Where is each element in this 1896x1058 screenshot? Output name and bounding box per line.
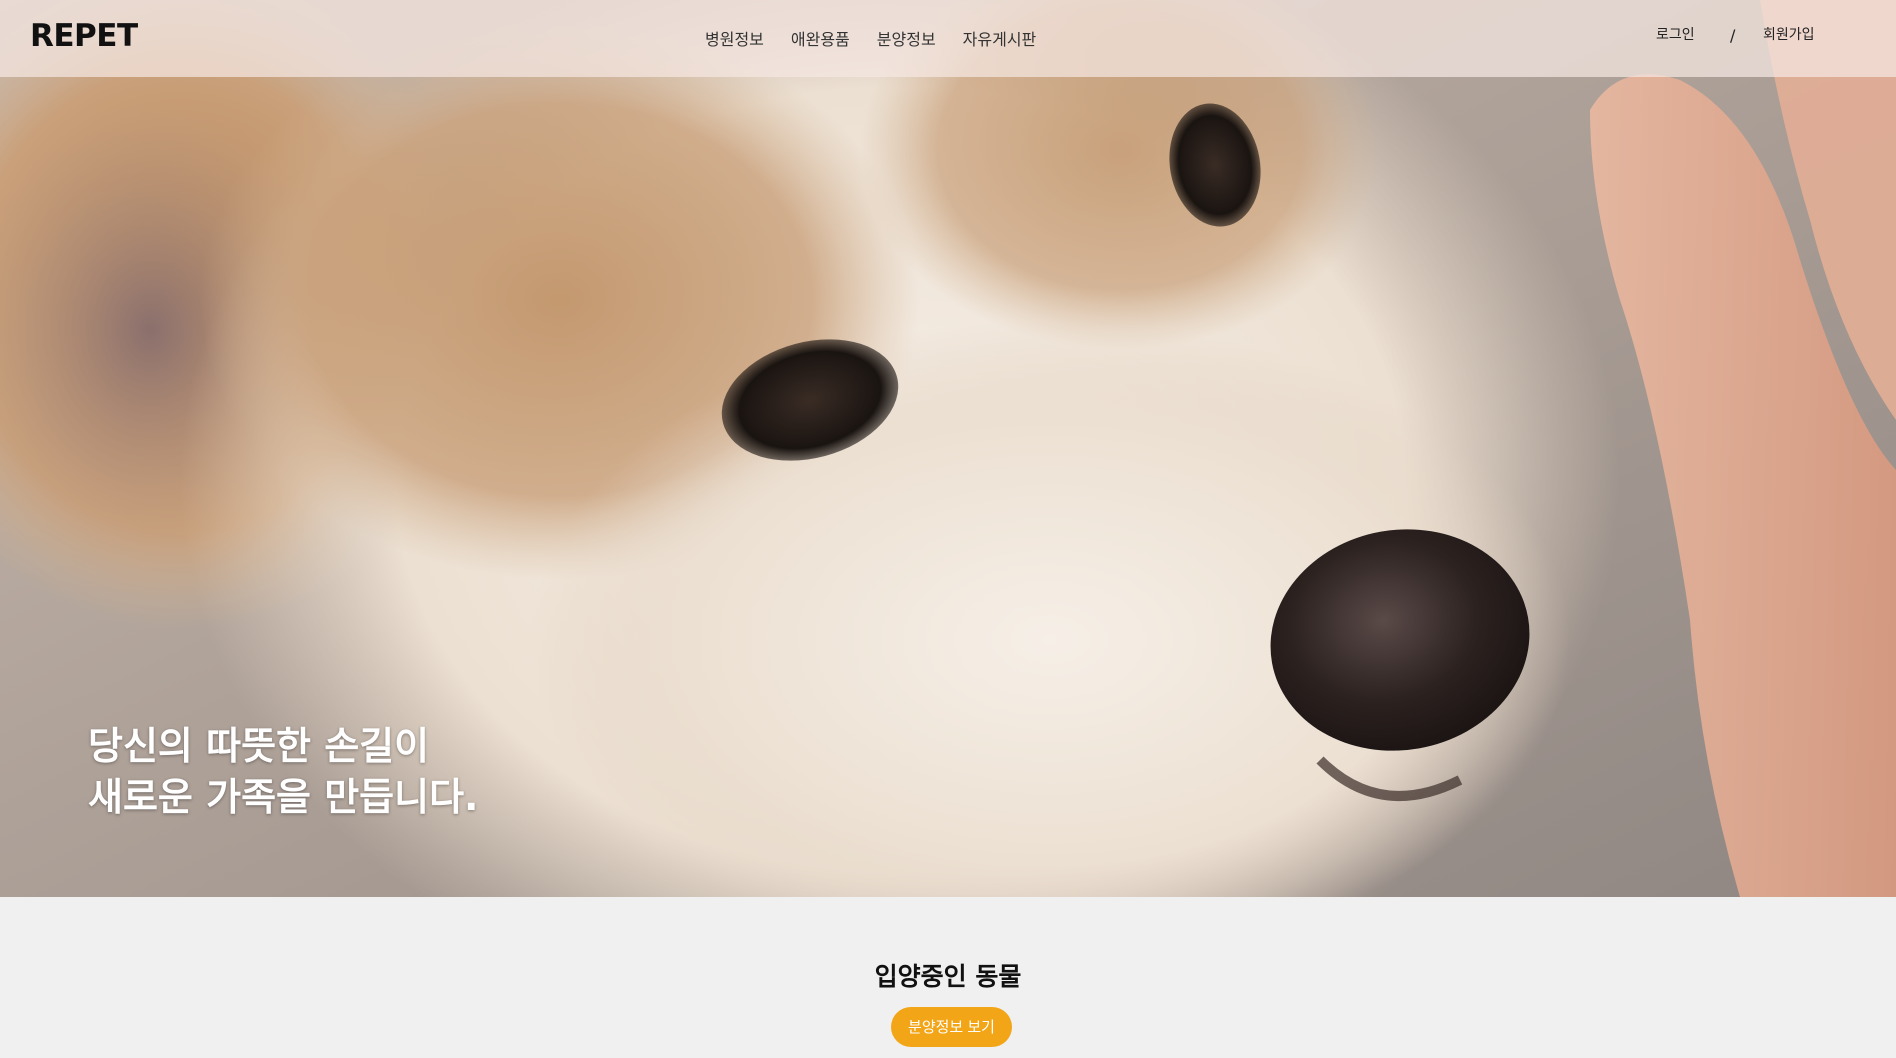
signup-link[interactable]: 회원가입: [1763, 24, 1815, 44]
adoption-section: 입양중인 동물 분양정보 보기: [0, 897, 1896, 1058]
page: REPET 병원정보 애완용품 분양정보 자유게시판 로그인 / 회원가입 당신…: [0, 0, 1896, 1058]
nav-item-hospital-info[interactable]: 병원정보: [705, 26, 764, 50]
hero-headline-line1: 당신의 따뜻한 손길이: [88, 724, 430, 768]
nav-item-free-board[interactable]: 자유게시판: [963, 26, 1037, 50]
hero-headline: 당신의 따뜻한 손길이 새로운 가족을 만듭니다.: [88, 721, 479, 823]
nav-item-adoption-info[interactable]: 분양정보: [877, 26, 936, 50]
hero-banner: REPET 병원정보 애완용품 분양정보 자유게시판 로그인 / 회원가입 당신…: [0, 0, 1896, 897]
auth-separator: /: [1730, 26, 1736, 45]
nav-item-pet-supplies[interactable]: 애완용품: [791, 26, 850, 50]
main-nav: 병원정보 애완용품 분양정보 자유게시판: [705, 26, 1063, 50]
site-logo[interactable]: REPET: [30, 18, 138, 54]
adoption-section-title: 입양중인 동물: [874, 962, 1022, 991]
hero-headline-line2: 새로운 가족을 만듭니다.: [88, 775, 479, 819]
view-adoption-info-button[interactable]: 분양정보 보기: [891, 1007, 1012, 1047]
login-link[interactable]: 로그인: [1656, 24, 1695, 44]
site-header: REPET 병원정보 애완용품 분양정보 자유게시판 로그인 / 회원가입: [0, 0, 1896, 77]
